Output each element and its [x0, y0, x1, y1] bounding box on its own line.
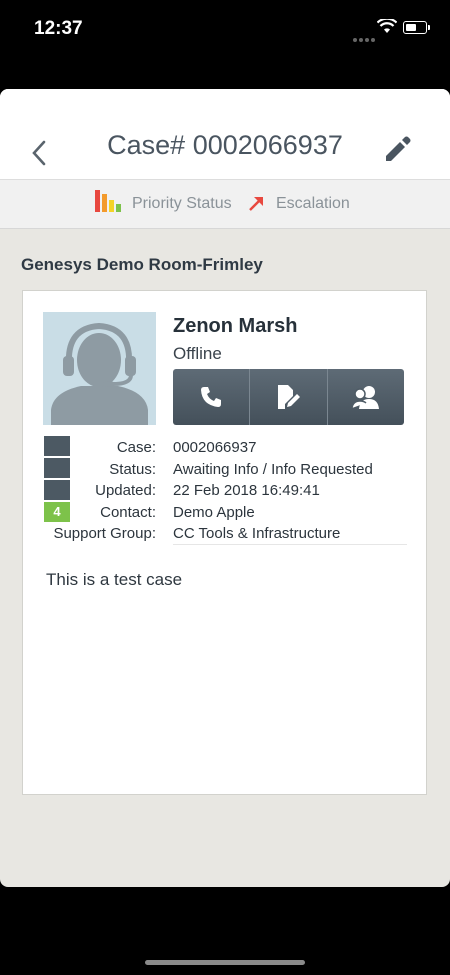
- escalation-label[interactable]: Escalation: [276, 195, 350, 213]
- bar-chart-icon: [95, 190, 121, 212]
- wifi-icon: [377, 19, 397, 33]
- priority-status-label[interactable]: Priority Status: [132, 195, 232, 213]
- presence-status: Offline: [173, 344, 222, 363]
- detail-value: 22 Feb 2018 16:49:41: [173, 482, 320, 499]
- case-details: Case: 0002066937 Status: Awaiting Info /…: [23, 439, 428, 547]
- home-indicator[interactable]: [145, 960, 305, 965]
- status-bar: 12:37: [0, 0, 450, 60]
- detail-key: Contact:: [100, 503, 156, 521]
- detail-value[interactable]: Demo Apple: [173, 504, 393, 521]
- case-description: This is a test case: [46, 570, 183, 589]
- pencil-icon[interactable]: [382, 134, 412, 164]
- detail-value: Awaiting Info / Info Requested: [173, 460, 373, 478]
- case-sheet: Case# 0002066937 Priority Status Escalat…: [0, 89, 450, 887]
- detail-row-case: Case: 0002066937: [23, 439, 428, 461]
- signal-dots-icon: [353, 29, 377, 47]
- arrow-icon: [249, 197, 263, 211]
- document-edit-icon: [278, 385, 301, 409]
- detail-key: Updated:: [95, 482, 156, 499]
- detail-row-contact: Contact: Demo Apple: [23, 504, 428, 526]
- battery-icon: [403, 21, 430, 34]
- detail-row-status: Status: Awaiting Info / Info Requested: [23, 461, 428, 483]
- detail-row-updated: Updated: 22 Feb 2018 16:49:41: [23, 482, 428, 504]
- avatar: [43, 312, 156, 425]
- call-button[interactable]: [173, 369, 251, 425]
- detail-key: Support Group:: [53, 525, 156, 542]
- detail-key: Case:: [116, 439, 156, 456]
- action-buttons: [173, 369, 404, 425]
- contact-name: Zenon Marsh: [173, 315, 298, 337]
- people-icon: [351, 386, 379, 409]
- status-time: 12:37: [34, 18, 83, 39]
- transfer-button[interactable]: [327, 369, 404, 425]
- edit-document-button[interactable]: [250, 369, 328, 425]
- detail-value: CC Tools & Infrastructure: [173, 525, 341, 542]
- case-card: Zenon Marsh Offline 4 Case: 0002066937 S…: [22, 290, 427, 795]
- detail-value: 0002066937: [173, 439, 257, 456]
- detail-key: Status:: [109, 460, 156, 478]
- room-title: Genesys Demo Room-Frimley: [21, 255, 263, 274]
- header-bar: Case# 0002066937: [0, 89, 450, 179]
- divider: [173, 544, 407, 545]
- phone-icon: [201, 387, 222, 407]
